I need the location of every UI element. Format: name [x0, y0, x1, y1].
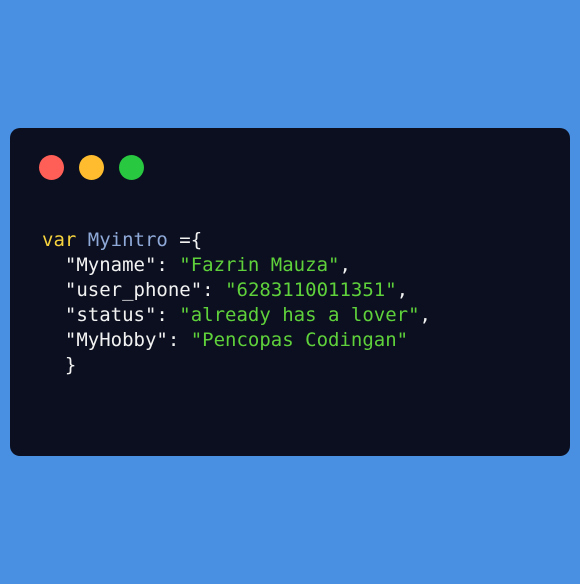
code-line-2: "Myname": "Fazrin Mauza", — [64, 254, 351, 276]
code-line-3: "user_phone": "6283110011351", — [64, 279, 409, 301]
assign-brace: ={ — [167, 229, 203, 251]
code-line-4: "status": "already has a lover", — [64, 304, 431, 326]
maximize-dot-icon[interactable] — [119, 155, 144, 180]
key-myname: "Myname" — [64, 254, 157, 276]
key-status: "status" — [64, 304, 157, 326]
value-myname: "Fazrin Mauza" — [179, 254, 340, 276]
trail-myname: , — [339, 254, 351, 276]
window-controls — [39, 155, 144, 180]
minimize-dot-icon[interactable] — [79, 155, 104, 180]
closing-brace: } — [64, 354, 77, 376]
code-line-1: var Myintro ={ — [42, 229, 202, 251]
value-status: "already has a lover" — [179, 304, 420, 326]
key-user-phone: "user_phone" — [64, 279, 203, 301]
keyword-var: var — [42, 229, 77, 251]
key-myhobby: "MyHobby" — [64, 329, 168, 351]
trail-status: , — [419, 304, 431, 326]
code-block: var Myintro ={ "Myname": "Fazrin Mauza",… — [42, 228, 431, 378]
trail-user-phone: , — [396, 279, 409, 301]
code-line-5: "MyHobby": "Pencopas Codingan" — [64, 329, 409, 351]
close-dot-icon[interactable] — [39, 155, 64, 180]
code-window: var Myintro ={ "Myname": "Fazrin Mauza",… — [10, 128, 570, 456]
value-user-phone: "6283110011351" — [225, 279, 397, 301]
value-myhobby: "Pencopas Codingan" — [190, 329, 409, 351]
variable-name: Myintro — [87, 229, 168, 251]
code-line-6: } — [42, 354, 76, 376]
